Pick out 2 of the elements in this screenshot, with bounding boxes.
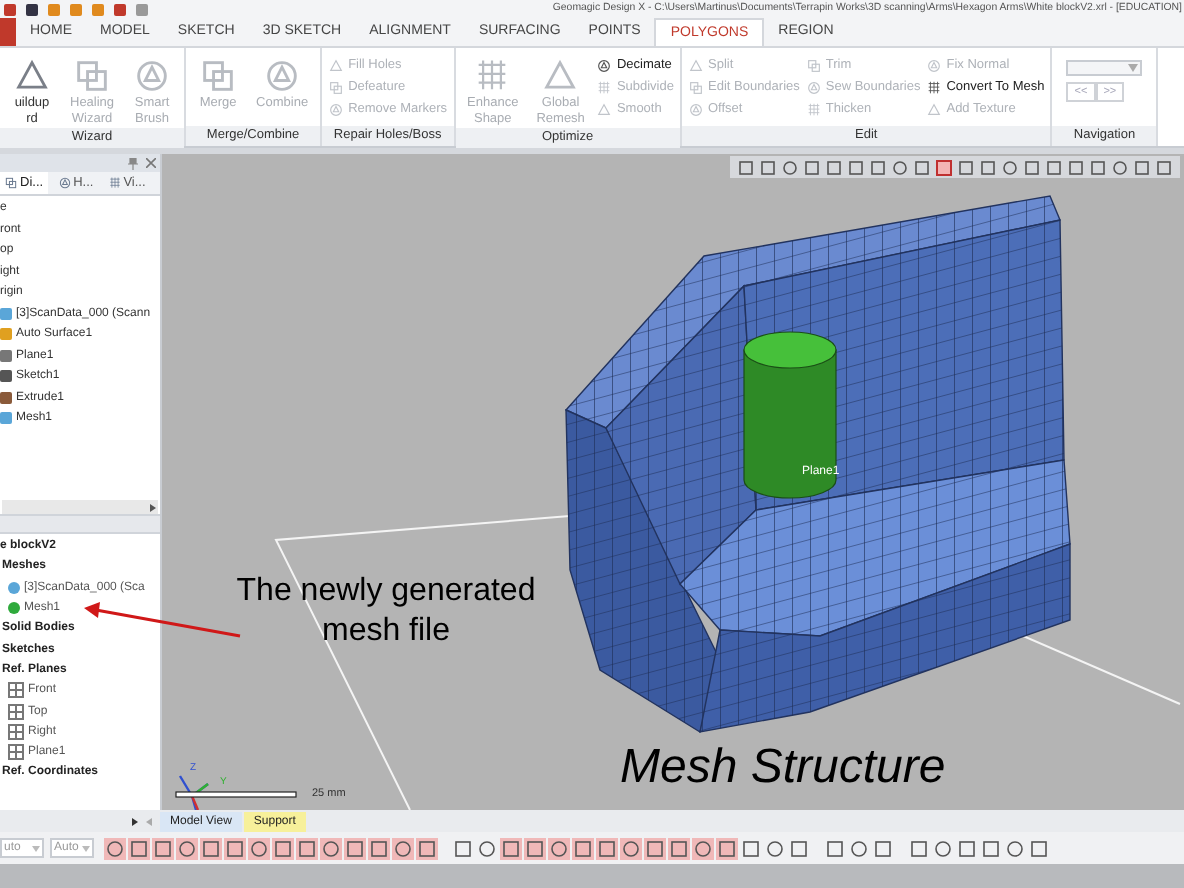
caption: Mesh Structure (620, 740, 946, 796)
callout-text: The newly generated mesh file (236, 572, 536, 652)
